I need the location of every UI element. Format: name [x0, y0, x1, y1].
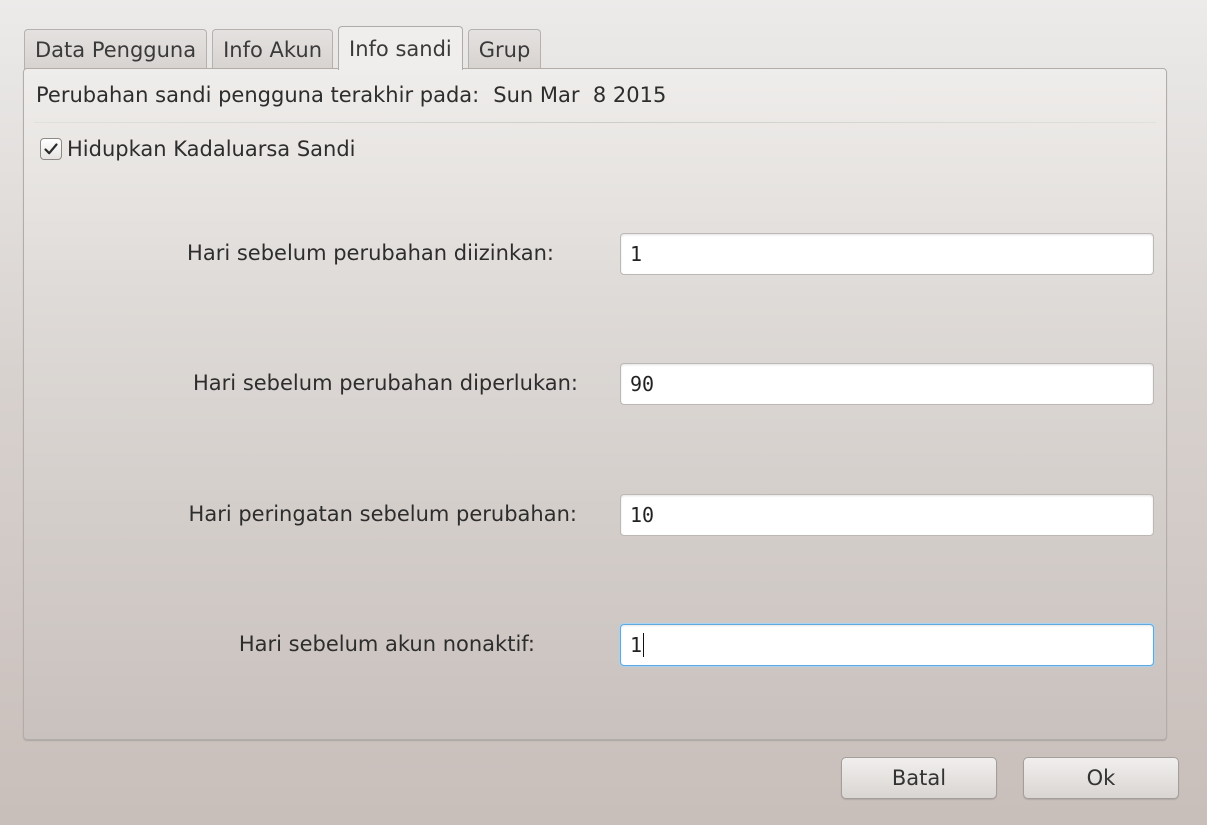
warn-days-label: Hari peringatan sebelum perubahan:	[188, 502, 577, 526]
password-info-panel: Perubahan sandi pengguna terakhir pada: …	[23, 68, 1167, 740]
max-days-value: 90	[630, 372, 655, 396]
inactive-days-value: 1	[630, 633, 643, 657]
field-row-inactive-days: Hari sebelum akun nonaktif: 1	[24, 624, 1166, 668]
inactive-days-label: Hari sebelum akun nonaktif:	[238, 632, 535, 656]
tab-info-akun[interactable]: Info Akun	[212, 29, 334, 69]
cancel-button[interactable]: Batal	[841, 757, 997, 799]
max-days-input[interactable]: 90	[620, 363, 1154, 405]
min-days-label: Hari sebelum perubahan diizinkan:	[187, 241, 554, 265]
tab-info-sandi[interactable]: Info sandi	[338, 26, 463, 70]
expiry-checkbox[interactable]	[40, 138, 62, 160]
inactive-days-input[interactable]: 1	[620, 624, 1154, 666]
tab-bar: Data Pengguna Info Akun Info sandi Grup	[24, 25, 546, 70]
expiry-checkbox-row[interactable]: Hidupkan Kadaluarsa Sandi	[40, 137, 356, 161]
field-row-max-days: Hari sebelum perubahan diperlukan: 90	[24, 363, 1166, 407]
warn-days-value: 10	[630, 503, 655, 527]
tab-data-pengguna[interactable]: Data Pengguna	[24, 29, 208, 69]
expiry-checkbox-label[interactable]: Hidupkan Kadaluarsa Sandi	[67, 137, 356, 161]
text-caret	[643, 633, 645, 657]
ok-button[interactable]: Ok	[1023, 757, 1179, 799]
separator	[34, 122, 1156, 123]
field-row-min-days: Hari sebelum perubahan diizinkan: 1	[24, 233, 1166, 277]
min-days-value: 1	[630, 242, 643, 266]
warn-days-input[interactable]: 10	[620, 494, 1154, 536]
tab-grup[interactable]: Grup	[467, 29, 542, 69]
last-change-value: Sun Mar 8 2015	[493, 83, 667, 107]
min-days-input[interactable]: 1	[620, 233, 1154, 275]
field-row-warn-days: Hari peringatan sebelum perubahan: 10	[24, 494, 1166, 538]
last-change-row: Perubahan sandi pengguna terakhir pada: …	[36, 83, 666, 107]
max-days-label: Hari sebelum perubahan diperlukan:	[193, 371, 578, 395]
last-change-label: Perubahan sandi pengguna terakhir pada:	[36, 83, 480, 107]
checkmark-icon	[44, 143, 58, 155]
